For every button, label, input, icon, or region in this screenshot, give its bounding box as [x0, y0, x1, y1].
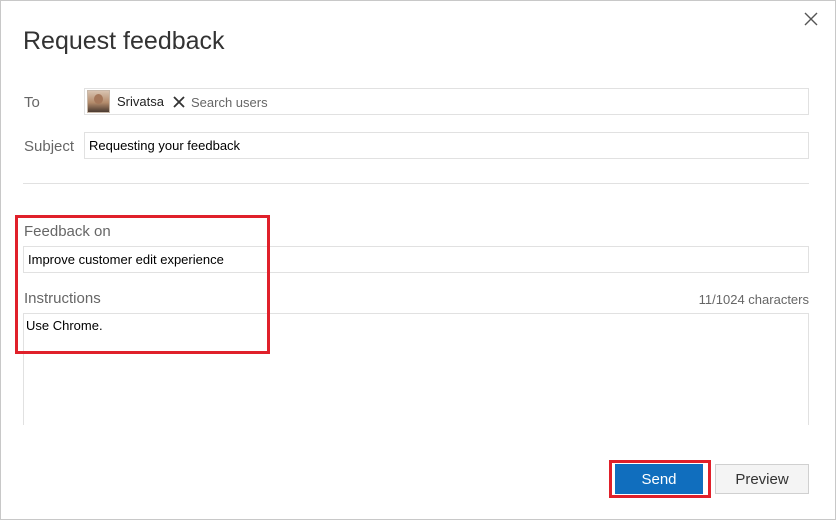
instructions-text: Use Chrome. — [26, 318, 103, 333]
preview-button[interactable]: Preview — [715, 464, 809, 494]
close-icon — [804, 12, 818, 26]
search-users-input[interactable] — [191, 93, 791, 111]
subject-field[interactable] — [84, 132, 809, 159]
instructions-label: Instructions — [24, 290, 101, 307]
request-feedback-dialog: Request feedback To Srivatsa Subject Fee… — [0, 0, 836, 520]
dialog-title: Request feedback — [23, 27, 225, 55]
recipient-name: Srivatsa — [117, 94, 164, 109]
subject-input[interactable] — [89, 133, 789, 158]
feedback-on-input[interactable] — [28, 247, 728, 272]
character-count: 11/1024 characters — [698, 292, 809, 307]
instructions-field[interactable]: Use Chrome. — [23, 313, 809, 425]
subject-label: Subject — [24, 138, 75, 155]
divider — [23, 183, 809, 184]
feedback-on-field[interactable] — [23, 246, 809, 273]
user-avatar — [87, 90, 110, 113]
to-field[interactable]: Srivatsa — [84, 88, 809, 115]
close-icon — [173, 95, 185, 108]
close-button[interactable] — [799, 7, 823, 31]
send-button[interactable]: Send — [615, 464, 703, 494]
remove-recipient-button[interactable] — [172, 95, 186, 109]
to-label: To — [24, 94, 40, 111]
recipient-chip: Srivatsa — [87, 90, 186, 113]
feedback-on-label: Feedback on — [24, 223, 111, 240]
